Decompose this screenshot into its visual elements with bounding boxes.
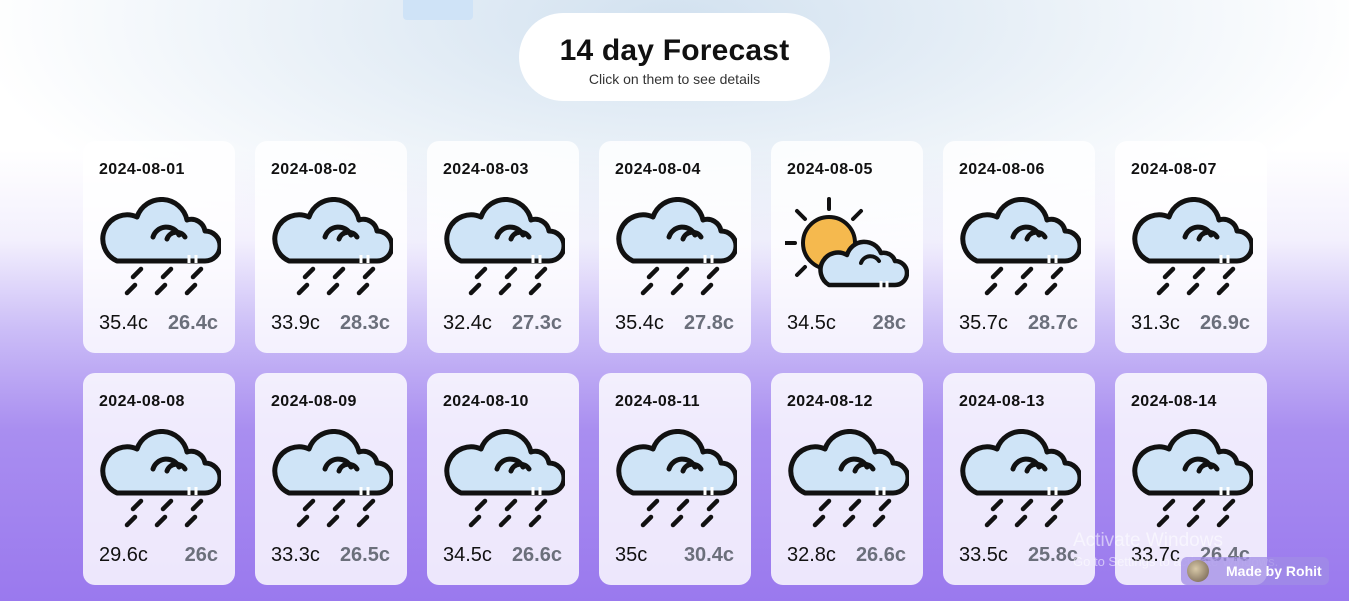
min-temperature: 26c: [184, 544, 218, 566]
rain-cloud-icon: [957, 197, 1081, 297]
min-temperature: 27.8c: [683, 312, 734, 334]
forecast-date: 2024-08-06: [959, 161, 1045, 178]
forecast-card[interactable]: 2024-08-04 35.4c 27.8c: [599, 141, 751, 353]
header-pill: 14 day Forecast Click on them to see det…: [519, 13, 830, 101]
rain-cloud-icon: [269, 197, 393, 297]
min-temperature: 25.8c: [1027, 544, 1078, 566]
min-temperature: 26.9c: [1199, 312, 1250, 334]
forecast-date: 2024-08-02: [271, 161, 357, 178]
rain-cloud-icon: [613, 429, 737, 529]
max-temperature: 34.5c: [443, 544, 492, 566]
max-temperature: 32.4c: [443, 312, 492, 334]
min-temperature: 28.3c: [339, 312, 390, 334]
forecast-card[interactable]: 2024-08-02 33.9c 28.3c: [255, 141, 407, 353]
forecast-card[interactable]: 2024-08-06 35.7c 28.7c: [943, 141, 1095, 353]
max-temperature: 34.5c: [787, 312, 836, 334]
forecast-date: 2024-08-07: [1131, 161, 1217, 178]
forecast-card[interactable]: 2024-08-01 35.4c 26.4c: [83, 141, 235, 353]
rain-cloud-icon: [1129, 197, 1253, 297]
max-temperature: 32.8c: [787, 544, 836, 566]
watermark-title: Activate Windows: [1073, 530, 1223, 551]
rain-cloud-icon: [613, 197, 737, 297]
max-temperature: 29.6c: [99, 544, 148, 566]
forecast-date: 2024-08-03: [443, 161, 529, 178]
forecast-date: 2024-08-08: [99, 393, 185, 410]
forecast-date: 2024-08-12: [787, 393, 873, 410]
max-temperature: 35.4c: [615, 312, 664, 334]
rain-cloud-icon: [97, 197, 221, 297]
min-temperature: 27.3c: [511, 312, 562, 334]
rain-cloud-icon: [441, 429, 565, 529]
rain-cloud-icon: [441, 197, 565, 297]
forecast-card[interactable]: 2024-08-12 32.8c 26.6c: [771, 373, 923, 585]
rain-cloud-icon: [97, 429, 221, 529]
made-by-badge[interactable]: Made by Rohit: [1181, 557, 1329, 585]
badge-label: Made by Rohit: [1226, 563, 1322, 579]
max-temperature: 35c: [615, 544, 648, 566]
rain-cloud-icon: [269, 429, 393, 529]
min-temperature: 26.6c: [511, 544, 562, 566]
max-temperature: 31.3c: [1131, 312, 1180, 334]
min-temperature: 26.4c: [167, 312, 218, 334]
rain-cloud-icon: [957, 429, 1081, 529]
max-temperature: 35.4c: [99, 312, 148, 334]
min-temperature: 30.4c: [683, 544, 734, 566]
rain-cloud-icon: [785, 429, 909, 529]
max-temperature: 33.9c: [271, 312, 320, 334]
min-temperature: 26.5c: [339, 544, 390, 566]
forecast-date: 2024-08-11: [615, 393, 700, 410]
avatar: [1187, 560, 1209, 582]
max-temperature: 35.7c: [959, 312, 1008, 334]
rain-cloud-icon: [1129, 429, 1253, 529]
forecast-card[interactable]: 2024-08-03 32.4c 27.3c: [427, 141, 579, 353]
forecast-card[interactable]: 2024-08-05 34.5c 28c: [771, 141, 923, 353]
forecast-date: 2024-08-09: [271, 393, 357, 410]
forecast-card[interactable]: 2024-08-09 33.3c 26.5c: [255, 373, 407, 585]
forecast-card[interactable]: 2024-08-11 35c 30.4c: [599, 373, 751, 585]
min-temperature: 28.7c: [1027, 312, 1078, 334]
page-subtitle: Click on them to see details: [588, 71, 761, 87]
max-temperature: 33.5c: [959, 544, 1008, 566]
forecast-card[interactable]: 2024-08-08 29.6c 26c: [83, 373, 235, 585]
min-temperature: 26.6c: [855, 544, 906, 566]
max-temperature: 33.3c: [271, 544, 320, 566]
decorative-square: [403, 0, 473, 20]
forecast-date: 2024-08-04: [615, 161, 701, 178]
forecast-date: 2024-08-10: [443, 393, 529, 410]
page-title: 14 day Forecast: [559, 34, 790, 67]
forecast-date: 2024-08-14: [1131, 393, 1217, 410]
forecast-date: 2024-08-05: [787, 161, 873, 178]
forecast-date: 2024-08-01: [99, 161, 185, 178]
forecast-card[interactable]: 2024-08-10 34.5c 26.6c: [427, 373, 579, 585]
forecast-date: 2024-08-13: [959, 393, 1045, 410]
forecast-card[interactable]: 2024-08-07 31.3c 26.9c: [1115, 141, 1267, 353]
min-temperature: 28c: [872, 312, 906, 334]
partly-cloudy-icon: [785, 197, 909, 297]
